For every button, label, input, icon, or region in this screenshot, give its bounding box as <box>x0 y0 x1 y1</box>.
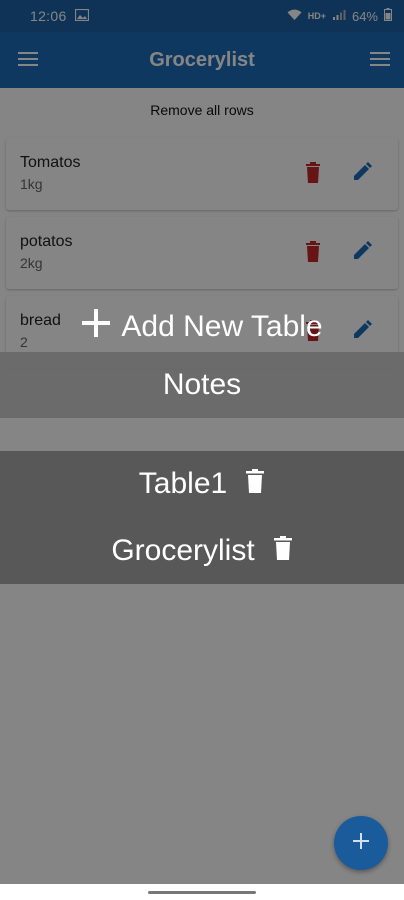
notes-item[interactable]: Notes <box>0 352 404 418</box>
table-item-grocerylist[interactable]: Grocerylist <box>0 518 404 584</box>
plus-icon <box>353 832 369 854</box>
trash-icon[interactable] <box>245 467 265 501</box>
table-name: Table1 <box>138 467 228 500</box>
notes-label: Notes <box>162 368 242 401</box>
add-button[interactable] <box>334 816 388 870</box>
home-gesture-handle[interactable] <box>148 891 256 894</box>
table-name: Grocerylist <box>111 534 255 567</box>
add-new-table-button[interactable]: Add New Table <box>0 304 404 350</box>
add-new-table-label: Add New Table <box>121 310 323 343</box>
trash-icon[interactable] <box>273 534 293 568</box>
table-item-table1[interactable]: Table1 <box>0 451 404 517</box>
plus-icon <box>81 308 111 346</box>
navigation-bar <box>0 884 404 900</box>
dim-overlay[interactable] <box>0 0 404 884</box>
tables-list: Table1 Grocerylist <box>0 451 404 584</box>
